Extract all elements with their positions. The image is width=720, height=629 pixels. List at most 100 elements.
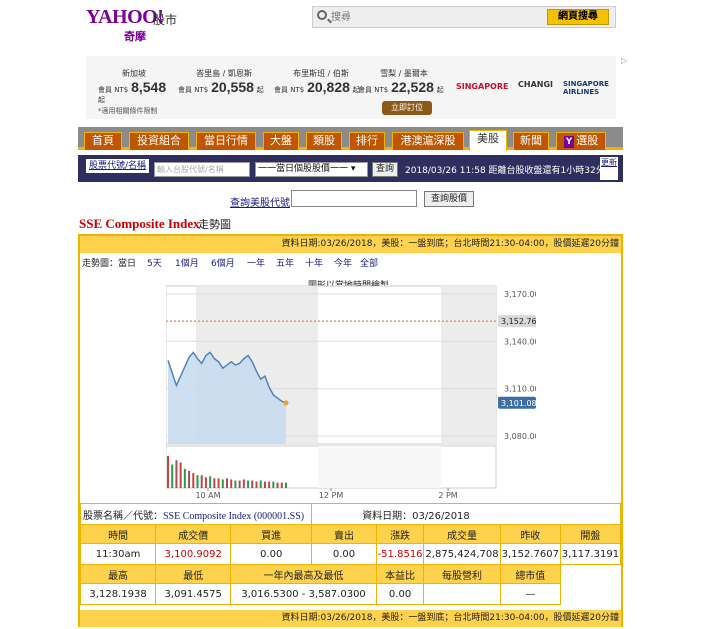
price-unit: 會員 NT$: [178, 86, 209, 94]
volume-bar: [188, 470, 191, 488]
session-band: [441, 286, 496, 444]
price-unit: 會員 NT$: [358, 86, 389, 94]
y-tick-label: 3,080.00: [504, 432, 536, 441]
table-cell: 3,128.1938: [79, 583, 157, 605]
table-cell: 3,117.3191: [559, 543, 622, 565]
query-type-select[interactable]: 一一當日個股股價一一 ▾: [255, 162, 368, 177]
price-name: 布里斯班 / 伯斯: [293, 69, 349, 78]
volume-bar: [179, 462, 182, 488]
table-header: 最低: [155, 564, 232, 584]
volume-bar: [272, 481, 275, 488]
stock-name-cell: 股票名稱／代號：SSE Composite Index (000001.SS): [79, 503, 313, 525]
tab-ranking[interactable]: 排行: [349, 132, 385, 150]
volume-bar: [238, 480, 241, 488]
price-value: 8,548: [131, 79, 167, 95]
table-header: 成交價: [155, 524, 232, 544]
table-cell: 3,016.5300 - 3,587.0300: [230, 583, 377, 605]
quote-frame: 資料日期:03/26/2018，美股：一盤到底；台北時間21:30-04:00，…: [78, 234, 623, 627]
volume-bar: [247, 480, 250, 488]
yahoo-logo[interactable]: YAHOO! 奇摩: [86, 6, 164, 43]
price-item: 峇里島 / 凱恩斯 會員 NT$ 20,558 起: [178, 68, 270, 95]
stock-code-link[interactable]: 股票代號/名稱: [86, 159, 149, 173]
tab-portfolio[interactable]: 投資組合: [129, 132, 189, 150]
query-price-button[interactable]: 查詢股價: [424, 191, 474, 207]
tab-home[interactable]: 首頁: [84, 132, 122, 150]
y-tick-label: 3,110.00: [504, 385, 536, 394]
us-symbol-input[interactable]: [291, 190, 417, 207]
table-header: 一年內最高及最低: [230, 564, 377, 584]
table-cell: —: [499, 583, 561, 605]
stock-code-input[interactable]: 輸入台股代號/名稱: [154, 162, 250, 177]
volume-bar: [234, 480, 237, 488]
volume-bar: [183, 468, 186, 488]
table-cell: 0.00: [375, 583, 425, 605]
volume-band: [318, 446, 441, 488]
table-cell: 2,875,424,708: [423, 543, 501, 565]
ad-banner[interactable]: 新加坡 會員 NT$ 8,548 起 峇里島 / 凱恩斯 會員 NT$ 20,5…: [86, 56, 616, 119]
x-tick-label: 2 PM: [438, 491, 457, 500]
data-date-cell: 資料日期：03/26/2018: [311, 503, 621, 525]
ad-choices-icon[interactable]: ▷: [621, 56, 629, 65]
range-10y[interactable]: 十年: [305, 256, 323, 272]
volume-bar: [200, 475, 203, 488]
bottom-date-bar: 資料日期:03/26/2018，美股：一盤到底；台北時間21:30-04:00，…: [80, 610, 621, 627]
table-row: 11:30am 3,100.9092 0.00 0.00 -51.8516 2,875,4…: [79, 543, 622, 565]
web-search-button[interactable]: 網頁搜尋: [547, 9, 609, 25]
volume-bar: [230, 479, 233, 488]
table-cell: -51.8516: [375, 543, 425, 565]
tab-screener[interactable]: Y 選股: [556, 132, 606, 150]
tab-market[interactable]: 大盤: [263, 132, 299, 150]
market-close-info: 2018/03/26 11:58 距離台股收盤還有1小時32分鐘: [405, 166, 614, 176]
range-6m[interactable]: 6個月: [211, 256, 235, 272]
range-5y[interactable]: 五年: [276, 256, 294, 272]
price-name: 峇里島 / 凱恩斯: [196, 69, 252, 78]
x-tick-label: 10 AM: [195, 491, 220, 500]
price-item: 雪梨 / 墨爾本 會員 NT$ 22,528 起: [358, 68, 450, 95]
tab-sectors[interactable]: 類股: [306, 132, 342, 150]
range-5d[interactable]: 5天: [147, 256, 162, 272]
volume-bar: [192, 473, 195, 488]
singapore-airlines-logo: SINGAPORE AIRLINES: [563, 80, 609, 96]
page-title: SSE Composite Index: [79, 216, 200, 231]
table-header-row: 最高 最低 一年內最高及最低 本益比 每股營利 總市值: [79, 564, 621, 584]
table-header: 本益比: [375, 564, 425, 584]
price-suffix: 起: [256, 86, 264, 94]
table-header: 開盤: [559, 524, 622, 544]
table-header: 最高: [79, 564, 157, 584]
table-row: 3,128.1938 3,091.4575 3,016.5300 - 3,587…: [79, 583, 621, 605]
table-header: 成交量: [423, 524, 501, 544]
select-value: 一一當日個股股價一一: [258, 164, 349, 174]
tab-news[interactable]: 新聞: [513, 132, 549, 150]
volume-bar: [263, 481, 266, 488]
volume-bar: [196, 475, 199, 488]
query-button[interactable]: 查詢: [372, 162, 398, 177]
price-value: 20,828: [307, 79, 350, 95]
refresh-link[interactable]: 更新: [600, 157, 618, 180]
x-tick-label: 12 PM: [319, 491, 344, 500]
range-all[interactable]: 全部: [360, 256, 378, 272]
search-input[interactable]: [331, 10, 531, 25]
price-suffix: 起: [98, 96, 105, 104]
data-date-bar: 資料日期:03/26/2018，美股：一盤到底；台北時間21:30-04:00，…: [80, 236, 621, 253]
range-ytd[interactable]: 今年: [334, 256, 352, 272]
range-1m[interactable]: 1個月: [175, 256, 199, 272]
tab-today[interactable]: 當日行情: [196, 132, 256, 150]
table-cell: 3,091.4575: [155, 583, 232, 605]
volume-bar: [217, 478, 220, 488]
table-header: 總市值: [499, 564, 561, 584]
tab-hk-china[interactable]: 港澳滬深股: [392, 132, 464, 150]
table-cell: 11:30am: [79, 543, 157, 565]
order-button[interactable]: 立即訂位: [382, 101, 432, 115]
volume-bar: [242, 479, 245, 488]
volume-bar: [226, 478, 228, 488]
table-header: 賣出: [311, 524, 377, 544]
last-price-label: 3,101.08: [501, 399, 536, 408]
price-name: 雪梨 / 墨爾本: [380, 69, 428, 78]
tab-us-stocks[interactable]: 美股: [469, 130, 507, 151]
range-1y[interactable]: 一年: [247, 256, 265, 272]
singapore-logo: SINGAPORE: [456, 82, 509, 91]
y-tick-label: 3,140.00: [504, 337, 536, 346]
table-header: 漲跌: [375, 524, 425, 544]
us-symbol-link[interactable]: 查詢美股代號: [230, 194, 290, 209]
stock-name-link[interactable]: SSE Composite Index (000001.SS): [163, 511, 304, 522]
